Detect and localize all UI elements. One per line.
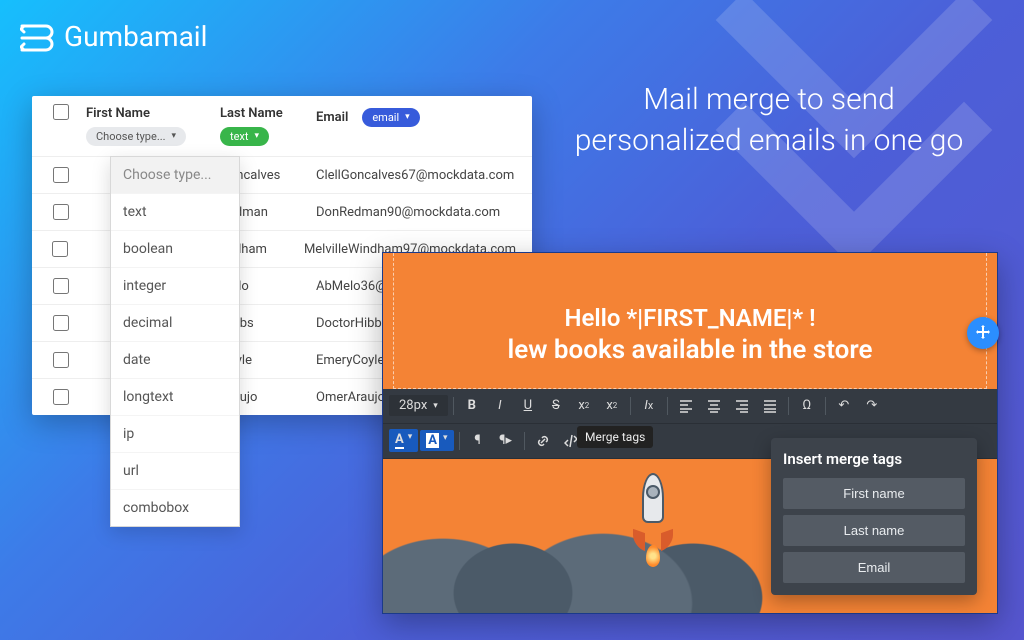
font-size-select[interactable]: 28px ▾ <box>389 395 448 416</box>
type-option[interactable]: date <box>111 341 239 378</box>
table-row: Goncalves ClellGoncalves67@mockdata.com <box>32 156 532 193</box>
type-option[interactable]: longtext <box>111 378 239 415</box>
superscript-button[interactable]: x2 <box>571 393 597 419</box>
type-option[interactable]: url <box>111 452 239 489</box>
type-option[interactable]: Choose type... <box>111 157 239 193</box>
text-color-button[interactable]: A▾ <box>389 429 418 452</box>
align-left-button[interactable] <box>673 393 699 419</box>
preview-line1: Hello *|FIRST_NAME|* ! <box>404 303 976 334</box>
underline-button[interactable]: U <box>515 393 541 419</box>
row-checkbox[interactable] <box>52 241 68 257</box>
col-last-label: Last Name <box>220 106 304 121</box>
paragraph-button[interactable]: ¶ <box>465 428 491 454</box>
omega-button[interactable]: Ω <box>794 393 820 419</box>
direction-button[interactable]: ¶▸ <box>493 428 519 454</box>
align-center-button[interactable] <box>701 393 727 419</box>
align-right-button[interactable] <box>729 393 755 419</box>
editor-text-block[interactable]: Hello *|FIRST_NAME|* ! lew books availab… <box>393 253 987 389</box>
redo-button[interactable]: ↷ <box>859 393 885 419</box>
merge-panel-title: Insert merge tags <box>783 450 965 468</box>
type-option[interactable]: boolean <box>111 230 239 267</box>
decor-rocket <box>633 473 673 553</box>
preview-line2: lew books available in the store <box>404 334 976 368</box>
hero-headline: Mail merge to send personalized emails i… <box>574 80 964 161</box>
email-type-select[interactable]: email ▾ <box>362 108 419 127</box>
type-placeholder: Choose type... <box>96 130 166 143</box>
row-checkbox[interactable] <box>53 315 69 331</box>
type-option[interactable]: integer <box>111 267 239 304</box>
type-dropdown[interactable]: Choose type...textbooleanintegerdecimald… <box>110 156 240 527</box>
table-header: First Name Choose type... ▾ Last Name te… <box>32 96 532 156</box>
chevron-down-icon: ▾ <box>408 432 413 449</box>
move-icon <box>975 325 991 341</box>
italic-button[interactable]: I <box>487 393 513 419</box>
col-first-label: First Name <box>86 106 208 121</box>
align-justify-button[interactable] <box>757 393 783 419</box>
link-button[interactable] <box>530 428 556 454</box>
subscript-button[interactable]: x2 <box>599 393 625 419</box>
first-name-type-select[interactable]: Choose type... ▾ <box>86 127 186 146</box>
brand-name: Gumbamail <box>64 20 207 53</box>
table-row: Redman DonRedman90@mockdata.com <box>32 193 532 230</box>
chevron-down-icon: ▾ <box>405 113 410 122</box>
bg-color-button[interactable]: A▾ <box>420 430 453 451</box>
row-checkbox[interactable] <box>53 278 69 294</box>
merge-first-name-button[interactable]: First name <box>783 478 965 509</box>
merge-tags-panel: Insert merge tags First name Last name E… <box>771 438 977 595</box>
row-checkbox[interactable] <box>53 389 69 405</box>
last-name-type-select[interactable]: text ▾ <box>220 127 269 146</box>
type-value: email <box>372 111 399 124</box>
type-option[interactable]: ip <box>111 415 239 452</box>
chevron-down-icon: ▾ <box>255 132 260 141</box>
type-option[interactable]: decimal <box>111 304 239 341</box>
cell-email: ClellGoncalves67@mockdata.com <box>310 168 522 183</box>
move-handle[interactable] <box>967 317 999 349</box>
chevron-down-icon: ▾ <box>443 433 448 448</box>
type-option[interactable]: text <box>111 193 239 230</box>
row-checkbox[interactable] <box>53 352 69 368</box>
row-checkbox[interactable] <box>53 204 69 220</box>
chevron-down-icon: ▾ <box>433 401 438 411</box>
merge-tags-tooltip: Merge tags <box>577 426 653 448</box>
merge-email-button[interactable]: Email <box>783 552 965 583</box>
col-email-label: Email <box>316 110 348 125</box>
strike-button[interactable]: S <box>543 393 569 419</box>
chevron-down-icon: ▾ <box>172 132 177 141</box>
email-editor: Hello *|FIRST_NAME|* ! lew books availab… <box>382 252 998 614</box>
type-value: text <box>230 130 249 143</box>
clear-format-button[interactable]: Ix <box>636 393 662 419</box>
brand-logo: Gumbamail <box>20 20 207 53</box>
font-size-value: 28px <box>399 398 427 413</box>
merge-last-name-button[interactable]: Last name <box>783 515 965 546</box>
logo-icon <box>20 22 56 52</box>
row-checkbox[interactable] <box>53 167 69 183</box>
undo-button[interactable]: ↶ <box>831 393 857 419</box>
type-option[interactable]: combobox <box>111 489 239 526</box>
bold-button[interactable]: B <box>459 393 485 419</box>
cell-email: DonRedman90@mockdata.com <box>310 205 522 220</box>
select-all-checkbox[interactable] <box>53 104 69 120</box>
